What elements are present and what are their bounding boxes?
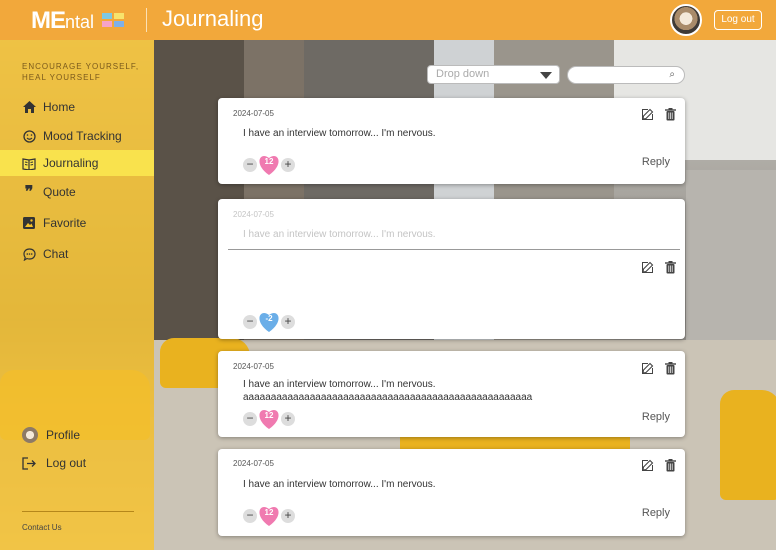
home-icon: [22, 100, 36, 114]
vote-controls: − 12 +: [243, 408, 295, 430]
search-input[interactable]: ⌕: [567, 66, 685, 84]
plus-button[interactable]: +: [281, 158, 295, 172]
entry-text-extra: aaaaaaaaaaaaaaaaaaaaaaaaaaaaaaaaaaaaaaaa…: [243, 392, 533, 403]
journal-entry-card-editing: 2024-07-05 I have an interview tomorrow.…: [218, 199, 685, 339]
entry-date: 2024-07-05: [233, 210, 274, 219]
heart-count: -2: [265, 314, 273, 323]
plus-button[interactable]: +: [281, 509, 295, 523]
filter-dropdown[interactable]: Drop down: [427, 65, 560, 84]
edit-icon[interactable]: [640, 458, 654, 472]
header-logout-button[interactable]: Log out: [714, 10, 762, 30]
minus-button[interactable]: −: [243, 509, 257, 523]
entry-date: 2024-07-05: [233, 109, 274, 118]
sidebar-item-label: Favorite: [43, 216, 87, 230]
sidebar-item-label: Journaling: [43, 156, 99, 170]
sidebar-item-favorite[interactable]: Favorite: [0, 210, 154, 236]
minus-button[interactable]: −: [243, 158, 257, 172]
sidebar-item-label: Profile: [46, 428, 81, 442]
sidebar-item-label: Chat: [43, 247, 69, 261]
journal-entry-card: 2024-07-05 I have an interview tomorrow.…: [218, 449, 685, 536]
reply-button[interactable]: Reply: [642, 156, 670, 168]
top-header: MEntal Journaling Log out: [0, 0, 776, 40]
logo-bold-text: ME: [31, 7, 66, 34]
contact-us-link[interactable]: Contact Us: [22, 523, 62, 532]
vote-controls: − 12 +: [243, 154, 295, 176]
chevron-down-icon: [540, 72, 552, 79]
trash-icon[interactable]: [663, 260, 677, 274]
sidebar-item-profile[interactable]: Profile: [0, 422, 154, 448]
sidebar-item-label: Home: [43, 100, 76, 114]
smiley-icon: [22, 129, 36, 143]
minus-button[interactable]: −: [243, 412, 257, 426]
reply-button[interactable]: Reply: [642, 507, 670, 519]
sidebar-item-home[interactable]: Home: [0, 94, 154, 120]
entry-date: 2024-07-05: [233, 362, 274, 371]
dropdown-placeholder: Drop down: [436, 68, 490, 80]
sidebar-item-journaling[interactable]: Journaling: [0, 150, 154, 176]
sidebar-item-quote[interactable]: ❞ Quote: [0, 179, 154, 205]
tagline: ENCOURAGE YOURSELF, HEAL YOURSELF: [22, 62, 140, 82]
page-title: Journaling: [162, 6, 264, 31]
header-divider: [146, 8, 147, 32]
heart-count: 12: [264, 157, 274, 166]
plus-button[interactable]: +: [281, 412, 295, 426]
sidebar-item-label: Log out: [46, 456, 87, 470]
edit-divider: [228, 249, 680, 250]
entry-text: I have an interview tomorrow... I'm nerv…: [243, 128, 436, 139]
journal-icon: [22, 156, 36, 170]
app-logo[interactable]: MEntal: [31, 7, 94, 35]
trash-icon[interactable]: [663, 458, 677, 472]
edit-icon[interactable]: [640, 260, 654, 274]
vote-controls: − -2 +: [243, 311, 295, 333]
sidebar-divider: [22, 511, 134, 512]
journal-entry-card: 2024-07-05 I have an interview tomorrow.…: [218, 98, 685, 184]
sidebar-item-logout[interactable]: Log out: [0, 450, 154, 476]
heart-count-badge: 12: [257, 408, 281, 430]
entry-text: I have an interview tomorrow... I'm nerv…: [243, 379, 436, 390]
trash-icon[interactable]: [663, 107, 677, 121]
sidebar-item-label: Quote: [43, 185, 76, 199]
heart-count-badge: 12: [257, 154, 281, 176]
logo-tiles-icon: [102, 13, 126, 27]
sidebar: ENCOURAGE YOURSELF, HEAL YOURSELF Home M…: [0, 40, 154, 550]
quote-icon: ❞: [24, 184, 34, 201]
heart-count-badge: -2: [257, 311, 281, 333]
image-icon: [22, 216, 36, 230]
journal-entry-card: 2024-07-05 I have an interview tomorrow.…: [218, 351, 685, 437]
edit-icon[interactable]: [640, 107, 654, 121]
avatar-icon: [22, 427, 38, 443]
logo-rest-text: ntal: [65, 12, 95, 32]
chat-icon: [22, 247, 36, 261]
sidebar-item-mood-tracking[interactable]: Mood Tracking: [0, 123, 154, 149]
logout-icon: [22, 456, 36, 470]
user-avatar[interactable]: [670, 4, 702, 36]
plus-button[interactable]: +: [281, 315, 295, 329]
heart-count-badge: 12: [257, 505, 281, 527]
sidebar-item-label: Mood Tracking: [43, 129, 122, 143]
entry-text[interactable]: I have an interview tomorrow... I'm nerv…: [243, 229, 436, 241]
reply-button[interactable]: Reply: [642, 411, 670, 423]
heart-count: 12: [264, 411, 274, 420]
heart-count: 12: [264, 508, 274, 517]
vote-controls: − 12 +: [243, 505, 295, 527]
minus-button[interactable]: −: [243, 315, 257, 329]
entry-text: I have an interview tomorrow... I'm nerv…: [243, 479, 436, 490]
entry-date: 2024-07-05: [233, 459, 274, 468]
search-icon[interactable]: ⌕: [669, 69, 675, 80]
trash-icon[interactable]: [663, 361, 677, 375]
sidebar-item-chat[interactable]: Chat: [0, 241, 154, 267]
edit-icon[interactable]: [640, 361, 654, 375]
